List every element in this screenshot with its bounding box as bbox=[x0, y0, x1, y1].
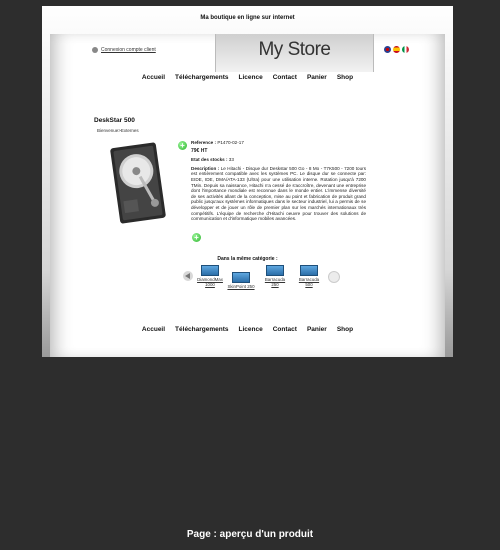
spain-flag-icon[interactable] bbox=[393, 46, 400, 53]
footer-nav: Accueil Téléchargements Licence Contact … bbox=[42, 326, 453, 333]
description-label: Description : bbox=[191, 165, 220, 171]
footer-nav-shop[interactable]: Shop bbox=[337, 326, 353, 333]
product-thumbnail bbox=[266, 265, 284, 276]
footer-nav-licence[interactable]: Licence bbox=[239, 326, 263, 333]
nav-contact[interactable]: Contact bbox=[273, 74, 297, 81]
add-to-cart-icon[interactable]: + bbox=[178, 141, 187, 150]
nav-panier[interactable]: Panier bbox=[307, 74, 327, 81]
nav-telechargements[interactable]: Téléchargements bbox=[175, 74, 228, 81]
product-thumbnail bbox=[232, 272, 250, 283]
login-link[interactable]: Connexion compte client bbox=[92, 47, 156, 53]
product-price: 79€ HT bbox=[191, 147, 208, 154]
logo-area: My Store bbox=[215, 34, 374, 72]
store-window: Ma boutique en ligne sur internet My Sto… bbox=[42, 6, 453, 357]
site-tagline: Ma boutique en ligne sur internet bbox=[200, 15, 295, 21]
stock-value: 33 bbox=[228, 157, 234, 163]
related-item-label[interactable]: DiamondMax 1000 bbox=[197, 277, 223, 287]
related-item[interactable]: DiamondMax 1000 bbox=[196, 265, 224, 287]
store-logo[interactable]: My Store bbox=[216, 39, 373, 61]
italy-flag-icon[interactable] bbox=[402, 46, 409, 53]
product-thumbnail bbox=[300, 265, 318, 276]
add-to-cart-icon-bottom[interactable]: + bbox=[192, 233, 201, 242]
nav-shop[interactable]: Shop bbox=[337, 74, 353, 81]
product-info: Reference : P1470-02-17 79€ HT Etat des … bbox=[191, 140, 366, 225]
footer-nav-panier[interactable]: Panier bbox=[307, 326, 327, 333]
stock-label: Etat des stocks : bbox=[191, 157, 228, 163]
product-image bbox=[95, 139, 181, 227]
uk-flag-icon[interactable] bbox=[384, 46, 391, 53]
related-item-label[interactable]: Barracuda 500 bbox=[299, 277, 319, 287]
related-item-label[interactable]: SkinPoint 250 bbox=[227, 284, 254, 289]
carousel-prev-icon[interactable] bbox=[183, 271, 193, 281]
nav-accueil[interactable]: Accueil bbox=[142, 74, 165, 81]
related-carousel: DiamondMax 1000 SkinPoint 250 Barracuda … bbox=[183, 265, 340, 295]
related-item[interactable]: Barracuda 500 bbox=[295, 265, 323, 287]
footer-nav-accueil[interactable]: Accueil bbox=[142, 326, 165, 333]
related-item-label[interactable]: Barracuda 250 bbox=[265, 277, 285, 287]
hard-drive-image bbox=[110, 142, 166, 224]
footer-nav-telechargements[interactable]: Téléchargements bbox=[175, 326, 228, 333]
breadcrumb[interactable]: Bienvenue>Externes bbox=[97, 128, 139, 133]
footer-nav-contact[interactable]: Contact bbox=[273, 326, 297, 333]
related-item[interactable]: Barracuda 250 bbox=[261, 265, 289, 287]
reference-label: Reference : bbox=[191, 140, 217, 145]
nav-licence[interactable]: Licence bbox=[239, 74, 263, 81]
product-thumbnail bbox=[201, 265, 219, 276]
related-item[interactable]: SkinPoint 250 bbox=[227, 272, 255, 289]
carousel-next-icon[interactable] bbox=[328, 271, 340, 283]
main-nav: Accueil Téléchargements Licence Contact … bbox=[42, 74, 453, 81]
product-title: DeskStar 500 bbox=[94, 117, 135, 124]
login-link-label[interactable]: Connexion compte client bbox=[101, 47, 156, 53]
user-icon bbox=[92, 47, 98, 53]
description-text: Le Hitachi - Disque dur Deskstar 500 Go … bbox=[191, 165, 366, 222]
reference-value: P1470-02-17 bbox=[217, 140, 244, 145]
screenshot-caption: Page : aperçu d'un produit bbox=[186, 529, 314, 540]
language-flags bbox=[384, 46, 409, 53]
same-category-title: Dans la même catégorie : bbox=[217, 256, 278, 262]
